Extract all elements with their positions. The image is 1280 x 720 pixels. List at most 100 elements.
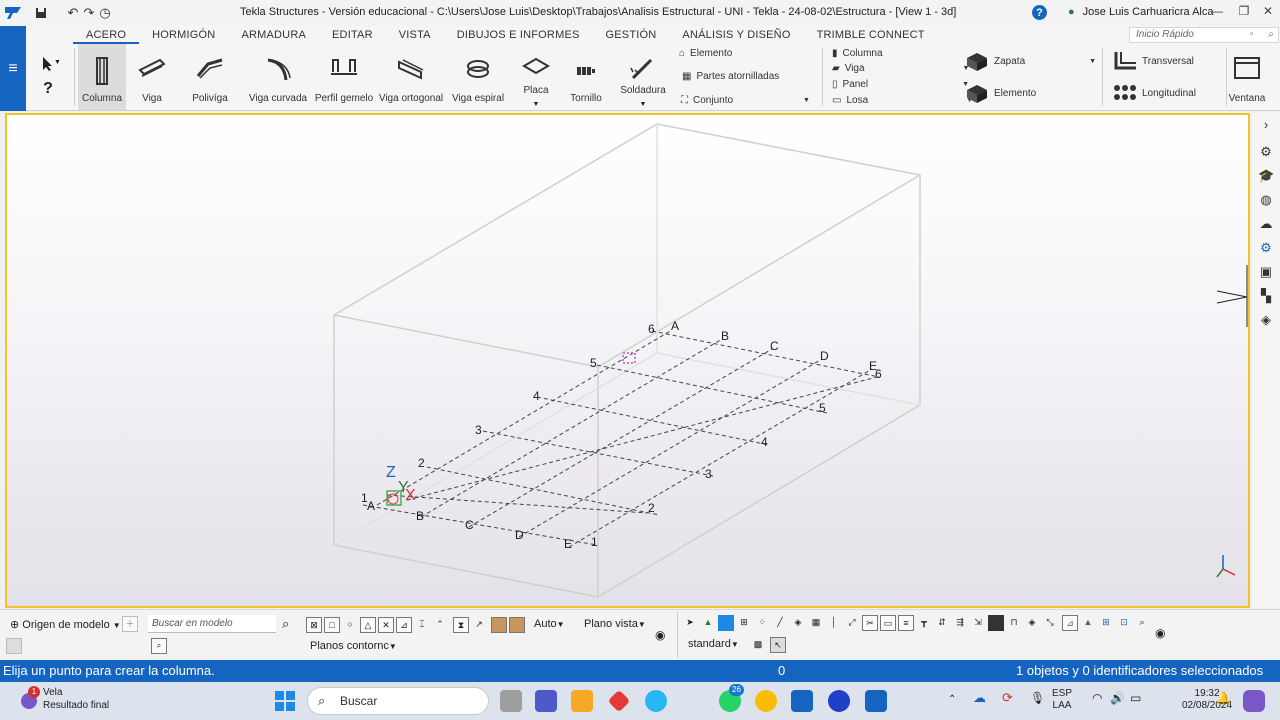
snap-square-icon[interactable]: □ [324, 617, 340, 633]
concrete-elemento-button[interactable]: Elemento [964, 82, 1036, 104]
select-points-icon[interactable]: ⁘ [754, 615, 770, 631]
select-cut-icon[interactable]: ✂ [862, 615, 878, 631]
select-tool-icon[interactable]: ⤡ [1042, 615, 1058, 631]
edge-icon[interactable] [645, 690, 667, 712]
model-view-3d[interactable]: 6 A B C D E 6 5 5 4 4 3 3 2 2 1 1 A B C … [5, 113, 1250, 608]
select-surface-treatment-icon[interactable]: ⇵ [934, 615, 950, 631]
snap-perpendicular-icon[interactable]: ⊿ [396, 617, 412, 633]
weather-icon[interactable]: 1 [18, 686, 40, 712]
file-explorer-icon[interactable] [571, 690, 593, 712]
snap-triangle-icon[interactable]: △ [360, 617, 376, 633]
concrete-panel-button[interactable]: ▯ Panel ▼ [832, 79, 969, 90]
select-grid-cell-icon[interactable]: ⊞ [1098, 615, 1114, 631]
standard-select[interactable]: standard▼ [688, 638, 739, 650]
select-reference-icon[interactable]: ┳ [916, 615, 932, 631]
select-surface-icon[interactable] [718, 615, 734, 631]
task-view-icon[interactable] [500, 690, 522, 712]
tornillo-tool-button[interactable]: Tornillo [566, 44, 606, 110]
viga-tool-button[interactable]: Viga [130, 44, 174, 110]
tab-hormigon[interactable]: HORMIGÓN [139, 26, 228, 44]
select-rebar-icon[interactable]: ≡ [898, 615, 914, 631]
save-icon[interactable] [30, 2, 52, 24]
tab-analisis[interactable]: ANÁLISIS Y DISEÑO [669, 26, 803, 44]
zoom-icon[interactable]: ⌕ [151, 638, 167, 654]
concrete-columna-button[interactable]: ▮ Columna [832, 48, 883, 59]
tekla-app-icon[interactable] [791, 690, 813, 712]
contour-planes-select[interactable]: Planos contornc▼ [310, 640, 397, 652]
teams-icon[interactable] [535, 690, 557, 712]
eye-icon[interactable]: ◉ [1155, 626, 1165, 640]
tab-trimble[interactable]: TRIMBLE CONNECT [804, 26, 938, 44]
add-origin-button[interactable]: ＋ [122, 616, 138, 632]
snap-cross-icon[interactable]: ✕ [378, 617, 394, 633]
help-tool-button[interactable]: ? [28, 74, 68, 104]
select-bolt-icon[interactable]: ▦ [808, 615, 824, 631]
placa-tool-button[interactable]: Placa ▼ [516, 44, 556, 110]
origin-option-button[interactable] [6, 638, 22, 654]
partes-atornilladas-button[interactable]: ▦ Partes atornilladas [682, 71, 779, 82]
battery-icon[interactable]: ▭ [1130, 692, 1141, 704]
model-search-input[interactable]: Buscar en modelo [148, 615, 276, 633]
snap-hourglass-icon[interactable]: ⧗ [453, 617, 469, 633]
taskbar-search[interactable]: ⌕ Buscar [307, 687, 489, 715]
columna-tool-button[interactable]: Columna [78, 44, 126, 110]
tray-expand-icon[interactable]: ⌃ [948, 694, 956, 706]
view-plane-select[interactable]: Plano vista▼ [584, 618, 646, 630]
select-pour-icon[interactable]: ⇶ [952, 615, 968, 631]
select-fitting-icon[interactable]: ▭ [880, 615, 896, 631]
select-zoom-icon[interactable]: ⌕ [1134, 615, 1150, 631]
longitudinal-button[interactable]: Longitudinal [1112, 82, 1196, 104]
snap-circle-icon[interactable]: ○ [342, 617, 358, 633]
snap-object-icon[interactable] [509, 617, 525, 633]
cloud-icon[interactable]: ☁ [1258, 216, 1274, 232]
select-drawing-icon[interactable] [988, 615, 1004, 631]
model-object-icon[interactable]: ◈ [1258, 312, 1274, 328]
component-cube-icon[interactable]: ▣ [1258, 264, 1274, 280]
help-icon[interactable]: ? [1032, 5, 1047, 20]
globe-icon[interactable]: ◍ [1258, 192, 1274, 208]
tab-vista[interactable]: VISTA [386, 26, 444, 44]
start-button[interactable] [274, 690, 296, 712]
select-magnet-icon[interactable]: ⊓ [1006, 615, 1022, 631]
volume-icon[interactable]: 🔊 [1110, 692, 1125, 704]
zapata-button[interactable]: Zapata ▼ [964, 50, 1096, 72]
tekla-app-2-icon[interactable] [865, 690, 887, 712]
select-part-icon[interactable]: ▲ [700, 615, 716, 631]
snap-free-icon[interactable]: ⌃ [432, 617, 448, 633]
tab-acero[interactable]: ACERO [73, 26, 140, 44]
minimize-button[interactable]: — [1208, 4, 1226, 18]
microphone-icon[interactable]: 🎙 [1030, 692, 1045, 704]
whatsapp-icon[interactable]: 26 [719, 684, 744, 712]
user-account[interactable]: ● Jose Luis Carhuaricra Alca [1068, 6, 1214, 18]
eye-icon[interactable]: ◉ [655, 628, 665, 642]
wifi-icon[interactable]: ◠ [1092, 692, 1102, 704]
tab-armadura[interactable]: ARMADURA [228, 26, 319, 44]
settings-tools-icon[interactable]: ⚙ [1258, 144, 1274, 160]
viga-ortogonal-tool-button[interactable]: Viga ortogonal [379, 44, 443, 110]
soldadura-tool-button[interactable]: Soldadura ▼ [620, 44, 666, 110]
zoom-app-icon[interactable] [828, 690, 850, 712]
select-grid-icon[interactable]: ⊞ [736, 615, 752, 631]
select-weld-icon[interactable]: ⤢ [844, 615, 860, 631]
snap-part-icon[interactable] [491, 617, 507, 633]
select-pointer-icon[interactable]: ➤ [682, 615, 698, 631]
select-layer-icon[interactable]: ◈ [1024, 615, 1040, 631]
concrete-losa-button[interactable]: ▭ Losa ▼ [832, 95, 973, 106]
tab-dibujos[interactable]: DIBUJOS E INFORMES [444, 26, 593, 44]
quick-search-input[interactable]: Inicio Rápido ⌕ [1129, 27, 1279, 43]
restore-button[interactable]: ❐ [1235, 4, 1253, 18]
viga-espiral-tool-button[interactable]: Viga espiral [452, 44, 504, 110]
anydesk-icon[interactable] [607, 689, 631, 713]
select-assembly-icon[interactable]: ⊿ [1062, 615, 1078, 631]
ventana-tool-button[interactable]: Ventana [1226, 44, 1268, 110]
learning-icon[interactable]: 🎓 [1258, 168, 1274, 184]
concrete-viga-button[interactable]: ▰ Viga ▼ [832, 63, 969, 74]
select-line-icon[interactable]: ╱ [772, 615, 788, 631]
auto-select[interactable]: Auto▼ [534, 618, 565, 630]
conjunto-button[interactable]: ⛶ Conjunto ▼ [681, 95, 810, 106]
onedrive-icon[interactable]: ☁ [973, 691, 986, 704]
select-edge-icon[interactable]: ⇲ [970, 615, 986, 631]
tab-editar[interactable]: EDITAR [319, 26, 386, 44]
property-gear-icon[interactable]: ⚙ [1258, 240, 1274, 256]
perfil-gemelo-tool-button[interactable]: Perfil gemelo [315, 44, 373, 110]
